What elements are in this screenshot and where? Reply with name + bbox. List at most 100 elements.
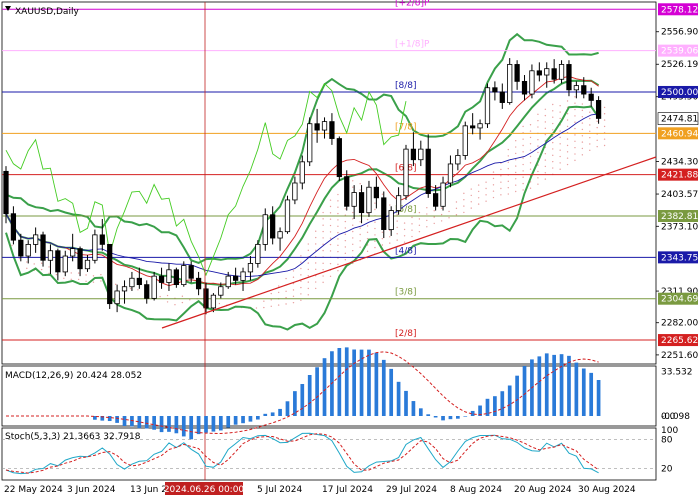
cloud-dot — [566, 100, 569, 102]
cloud-dot — [485, 200, 487, 202]
cloud-dot — [552, 129, 554, 131]
cloud-dot — [270, 292, 272, 295]
cloud-dot — [537, 139, 539, 141]
cloud-dot — [292, 276, 295, 278]
cloud-dot — [315, 262, 317, 264]
candle-body — [447, 163, 454, 184]
cloud-dot — [381, 231, 384, 234]
cloud-dot — [522, 182, 524, 185]
cloud-dot — [166, 301, 169, 303]
cloud-dot — [574, 115, 576, 117]
candle-body — [129, 277, 135, 288]
cloud-dot — [329, 243, 332, 246]
y-tick-label: 2251.60 — [661, 351, 698, 361]
cloud-dot — [581, 141, 584, 143]
candle-body — [499, 91, 505, 103]
cloud-dot — [366, 250, 369, 253]
cloud-dot — [507, 148, 509, 151]
cloud-dot — [292, 295, 295, 297]
cloud-dot — [559, 149, 561, 151]
cloud-dot — [285, 296, 287, 299]
cloud-dot — [307, 243, 309, 245]
cloud-dot — [344, 246, 347, 248]
cloud-dot — [115, 283, 117, 286]
cloud-dot — [277, 285, 280, 287]
stoch-label: Stoch(5,3,3) 21.3663 32.7918 — [5, 432, 141, 442]
cloud-dot — [537, 119, 539, 122]
cloud-dot — [374, 221, 376, 223]
x-tick-label: 20 Aug 2024 — [514, 485, 572, 495]
cloud-dot — [566, 125, 569, 128]
cloud-dot — [48, 266, 50, 268]
candle-body — [25, 243, 31, 257]
candle-body — [470, 125, 476, 129]
cloud-dot — [270, 305, 272, 307]
cloud-dot — [529, 168, 532, 170]
cloud-dot — [344, 233, 347, 235]
candle-body — [33, 234, 39, 245]
cloud-dot — [174, 304, 176, 306]
cloud-dot — [337, 238, 339, 240]
candle-body — [336, 138, 342, 178]
cloud-dot — [352, 180, 354, 182]
candle-body — [151, 275, 157, 299]
cloud-dot — [337, 225, 339, 227]
cloud-dot — [537, 113, 539, 116]
cloud-dot — [315, 281, 317, 283]
cloud-dot — [589, 149, 591, 152]
candle-body — [284, 199, 291, 233]
cloud-dot — [300, 261, 302, 263]
cloud-dot — [485, 181, 487, 183]
cloud-dot — [515, 190, 517, 193]
cloud-dot — [300, 286, 302, 289]
stoch-axis: 10080 20 — [661, 426, 678, 474]
candle-body — [55, 250, 61, 273]
cloud-dot — [477, 197, 480, 199]
candle-body — [314, 123, 320, 131]
cloud-dot — [359, 240, 361, 242]
cloud-dot — [307, 287, 309, 290]
candle-body — [544, 68, 550, 76]
cloud-dot — [411, 235, 413, 238]
cloud-dot — [329, 237, 332, 239]
cloud-dot — [374, 234, 376, 236]
cloud-dot — [329, 231, 332, 233]
cloud-dot — [574, 127, 576, 130]
cloud-dot — [515, 140, 517, 142]
candle-body — [62, 255, 68, 273]
cloud-dot — [381, 237, 384, 240]
candle-body — [99, 234, 105, 245]
cloud-dot — [403, 228, 406, 231]
cloud-dot — [18, 257, 21, 260]
cloud-dot — [11, 244, 13, 247]
cloud-dot — [559, 105, 561, 107]
cloud-dot — [574, 146, 576, 149]
candle-body — [321, 121, 328, 131]
cloud-dot — [522, 144, 524, 147]
cloud-dot — [337, 244, 339, 247]
cloud-dot — [522, 176, 524, 178]
cloud-dot — [70, 272, 72, 274]
cloud-dot — [463, 192, 465, 195]
candle-body — [529, 70, 535, 95]
x-tick-label: 29 Jul 2024 — [386, 485, 437, 495]
candle-body — [373, 186, 379, 199]
cloud-dot — [181, 301, 184, 304]
cloud-dot — [477, 184, 480, 186]
cloud-dot — [77, 272, 80, 274]
candle-body — [47, 250, 54, 261]
cloud-dot — [329, 250, 332, 252]
cloud-dot — [300, 293, 302, 295]
cloud-dot — [40, 262, 43, 264]
cloud-dot — [426, 213, 428, 215]
cloud-dot — [515, 146, 517, 148]
cloud-dot — [396, 239, 398, 241]
candle-body — [255, 243, 261, 264]
cloud-dot — [522, 138, 524, 140]
cloud-dot — [55, 273, 58, 276]
cloud-dot — [566, 119, 569, 121]
cloud-dot — [522, 151, 524, 153]
cloud-dot — [485, 187, 487, 190]
cloud-dot — [492, 177, 495, 180]
cloud-dot — [559, 136, 561, 139]
